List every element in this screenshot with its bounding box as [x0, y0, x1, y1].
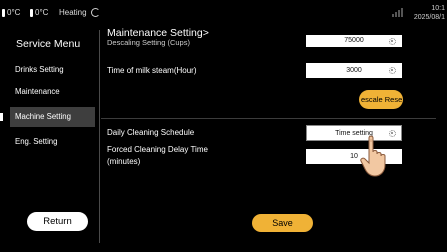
thermometer-icon: [2, 8, 5, 17]
active-indicator: [0, 113, 3, 121]
status-bar: 0°C 0°C Heating 10:1 2025/08/1: [0, 0, 447, 26]
return-button[interactable]: Return: [27, 212, 88, 231]
descaling-setting-label: Descaling Setting (Cups): [107, 38, 190, 47]
thermometer-icon: [30, 8, 33, 17]
descaling-cups-value: 75000: [344, 37, 364, 44]
sidebar-item-maintenance[interactable]: Maintenance: [12, 82, 97, 102]
section-divider: [101, 118, 436, 119]
forced-delay-value: 10: [350, 153, 358, 160]
milk-steam-field[interactable]: 3000: [306, 63, 402, 78]
temp-indicator-2: 0°C: [30, 8, 48, 17]
save-button[interactable]: Save: [252, 214, 313, 232]
milk-steam-value: 3000: [346, 67, 362, 74]
forced-delay-label: Forced Cleaning Delay Time: [107, 145, 208, 154]
daily-cleaning-label: Daily Cleaning Schedule: [107, 128, 195, 137]
clock: 10:1 2025/08/1: [414, 4, 445, 22]
sidebar-item-machine-setting[interactable]: Machine Setting: [10, 107, 95, 127]
forced-delay-unit-label: (minutes): [107, 157, 141, 166]
gear-icon[interactable]: [389, 37, 396, 45]
descale-reset-button[interactable]: escale Rese: [359, 90, 403, 109]
heating-label: Heating: [59, 8, 87, 17]
heating-status: Heating: [59, 8, 100, 17]
descaling-cups-field[interactable]: 75000: [306, 35, 402, 47]
milk-steam-label: Time of milk steam(Hour): [107, 66, 197, 75]
gear-icon[interactable]: [389, 67, 396, 74]
sidebar-item-drinks-setting[interactable]: Drinks Setting: [12, 60, 97, 80]
clock-time: 10:1: [431, 5, 445, 12]
heating-icon: [90, 8, 100, 17]
signal-icon: [392, 7, 403, 17]
clock-date: 2025/08/1: [413, 14, 445, 21]
temp-indicator-1: 0°C: [2, 8, 20, 17]
temp-value-1: 0°C: [7, 8, 21, 17]
sidebar-divider: [99, 30, 100, 243]
sidebar-item-eng-setting[interactable]: Eng. Setting: [12, 132, 97, 152]
temp-value-2: 0°C: [35, 8, 49, 17]
sidebar-title: Service Menu: [16, 38, 81, 50]
hand-pointer-icon: [360, 135, 386, 177]
